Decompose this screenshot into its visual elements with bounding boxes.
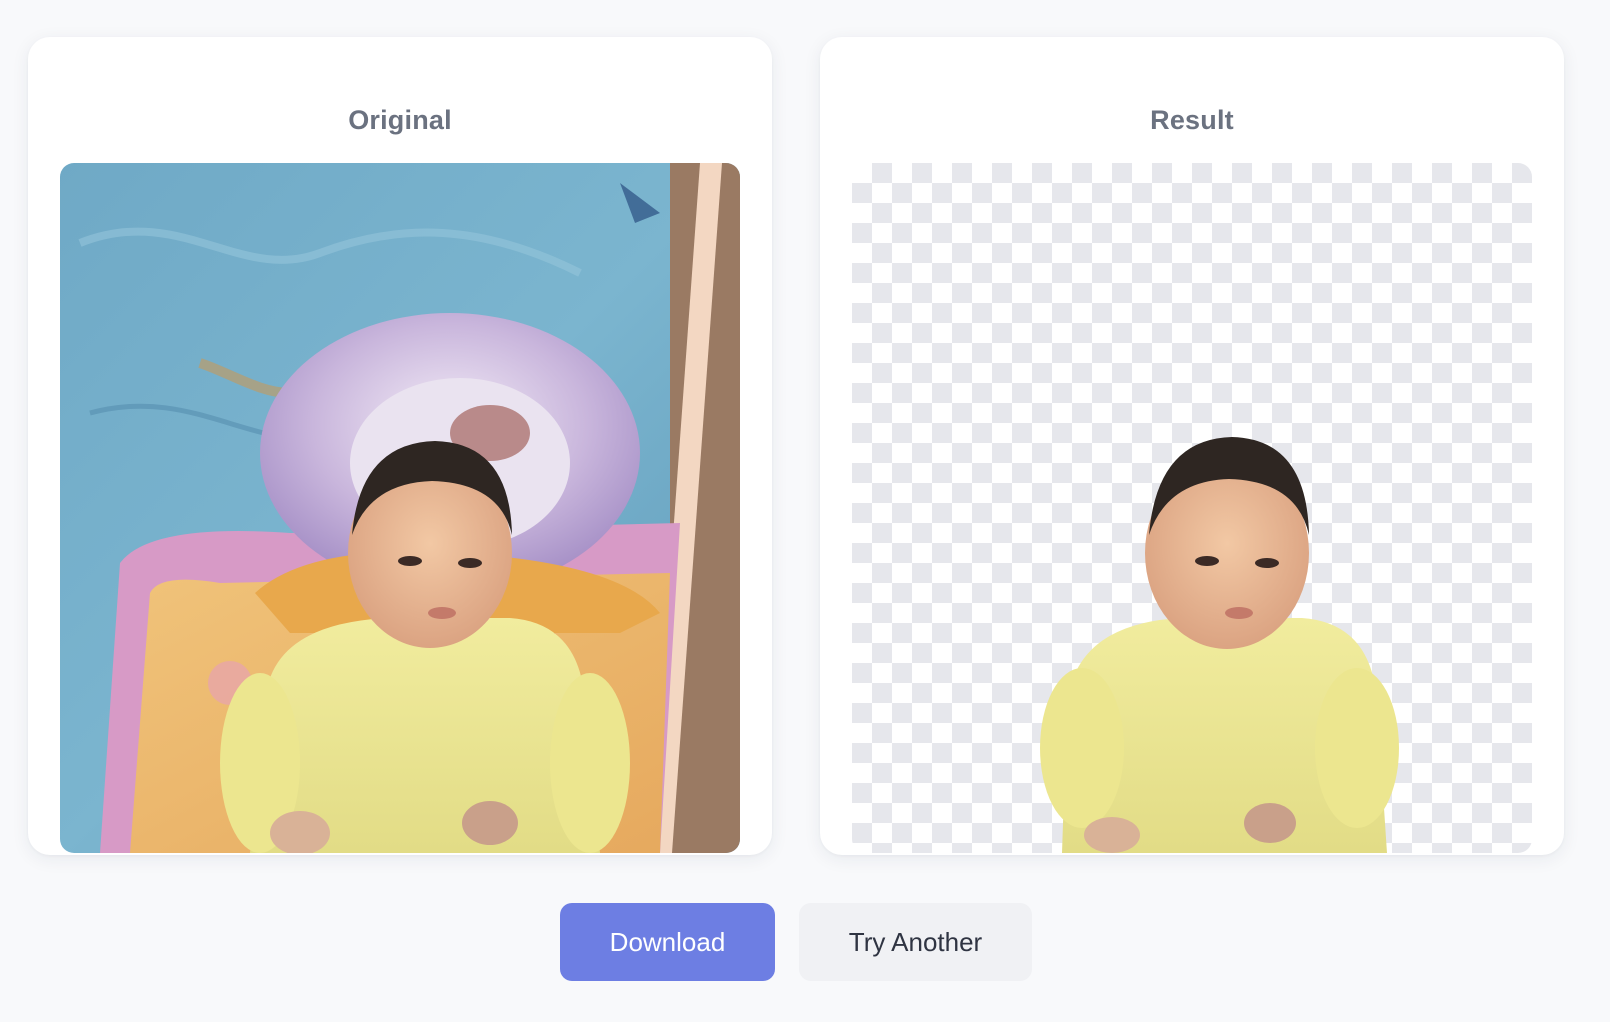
action-bar: Download Try Another	[0, 903, 1610, 981]
original-panel: Original	[28, 37, 772, 855]
download-button[interactable]: Download	[560, 903, 775, 981]
original-image	[60, 163, 740, 853]
cutout-subject-illustration	[1040, 437, 1399, 853]
result-image	[852, 163, 1532, 853]
original-title: Original	[348, 105, 452, 135]
try-another-button[interactable]: Try Another	[799, 903, 1032, 981]
background-removal-page: Original Result Download Try Another	[0, 0, 1610, 1022]
result-title: Result	[1150, 105, 1234, 135]
result-panel: Result	[820, 37, 1564, 855]
original-photo-illustration	[60, 163, 740, 853]
